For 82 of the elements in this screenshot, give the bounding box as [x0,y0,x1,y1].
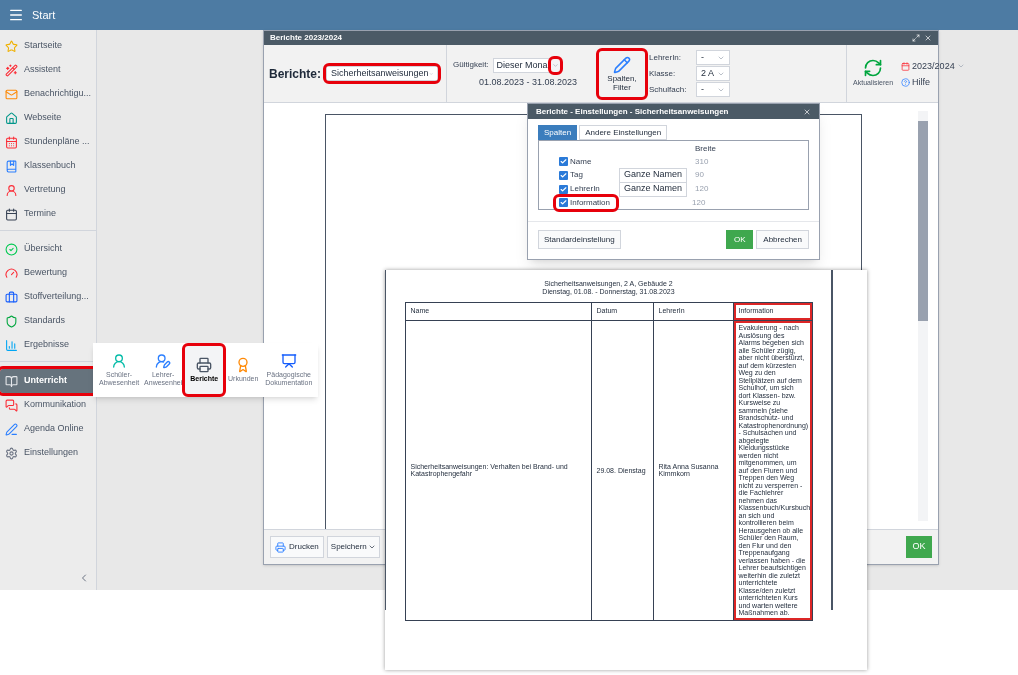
filter-select[interactable]: - [696,50,730,65]
report-select[interactable]: Sicherheitsanweisungen [326,66,438,81]
close-icon[interactable] [803,107,811,116]
refresh-icon[interactable] [863,58,884,79]
width-header: Breite [695,143,717,155]
validity-select[interactable]: Dieser Mona [492,57,561,73]
sidebar-item[interactable]: Einstellungen [0,441,96,465]
help-icon [901,78,911,88]
maximize-icon[interactable] [912,34,920,42]
chat-icon [5,398,18,412]
sidebar-item[interactable]: Ergebnisse [0,333,96,357]
column-checkbox[interactable]: Name [559,155,619,168]
caret-icon [367,543,376,551]
column-width: 90 [695,169,704,181]
filter-label: LehrerIn: [649,51,683,64]
menu-icon[interactable] [8,7,24,23]
person-icon [111,353,128,369]
printer-icon [196,357,213,373]
wand-icon [5,63,18,77]
default-settings-button[interactable]: Standardeinstellung [538,230,621,249]
header-title: Start [32,7,56,23]
date-range: 01.08.2023 - 31.08.2023 [478,75,579,89]
school-year[interactable]: 2023/2024 [912,59,955,73]
book-icon [5,374,18,388]
column-width: 310 [695,155,709,168]
tab[interactable]: Spalten [538,125,578,140]
filter-label: Schulfach: [649,83,688,96]
board-icon [280,353,297,369]
mail-icon [5,87,18,101]
shield-icon [5,314,18,328]
report-label: Berichte: [269,65,321,83]
column-width: 120 [695,183,709,195]
sidebar-item[interactable]: Agenda Online [0,417,96,441]
sidebar-item[interactable]: Standards [0,309,96,333]
format-select[interactable]: Ganze Namen [619,167,687,183]
close-icon[interactable] [924,34,932,42]
filter-label: Klasse: [649,67,677,80]
sidebar-item[interactable]: Webseite [0,106,96,130]
scrollbar-thumb[interactable] [918,121,928,321]
print-button[interactable]: Drucken [270,536,324,558]
sidebar-item[interactable]: Klassenbuch [0,154,96,178]
help-link[interactable]: Hilfe [912,76,931,90]
check-circle-icon [5,242,18,256]
briefcase-icon [5,290,18,304]
sidebar-item[interactable]: Bewertung [0,261,96,285]
dialog-title: Berichte - Einstellungen - Sicherheitsanweisungen [536,105,729,118]
sidebar-item[interactable]: Stundenpläne ... [0,130,96,154]
sidebar-item[interactable]: Übersicht [0,237,96,261]
person-icon [5,183,18,197]
home-icon [5,111,18,125]
sidebar-item[interactable]: Benachrichtigu... [0,82,96,106]
column-checkbox[interactable]: Information [556,196,616,209]
save-button[interactable]: Speichern [326,536,380,558]
printer-icon [275,541,286,553]
cancel-button[interactable]: Abbrechen [756,230,809,249]
settings-icon [5,446,18,460]
sidebar-item[interactable]: Vertretung [0,178,96,202]
window-title: Berichte 2023/2024 [270,32,343,44]
sidebar-item[interactable]: Assistent [0,58,96,82]
calendar-icon [5,135,18,149]
column-width: 120 [692,196,706,209]
bar-chart-icon [5,338,18,352]
sidebar-item[interactable]: Termine [0,202,96,226]
columns-filter-button[interactable]: Spalten, Filter [599,50,645,97]
caret-icon [551,61,559,69]
dropdown-arrow[interactable] [550,58,560,72]
sidebar-item[interactable]: Unterricht [0,369,96,393]
column-checkbox[interactable]: LehrerIn [559,183,619,195]
calendar-icon [5,207,18,221]
sidebar-item[interactable]: Kommunikation [0,393,96,417]
sidebar-item[interactable]: Startseite [0,34,96,58]
gauge-icon [5,266,18,280]
star-icon [5,39,18,53]
pen-icon [5,422,18,436]
filter-select[interactable]: 2 A [696,66,730,81]
tab[interactable]: Andere Einstellungen [579,125,668,140]
column-checkbox[interactable]: Tag [559,169,619,181]
sidebar-item[interactable]: Stoffverteilung... [0,285,96,309]
validity-label: Gültigkeit: [453,59,489,72]
calendar-icon [901,61,911,71]
filter-select[interactable]: - [696,82,730,97]
book-icon [5,159,18,173]
